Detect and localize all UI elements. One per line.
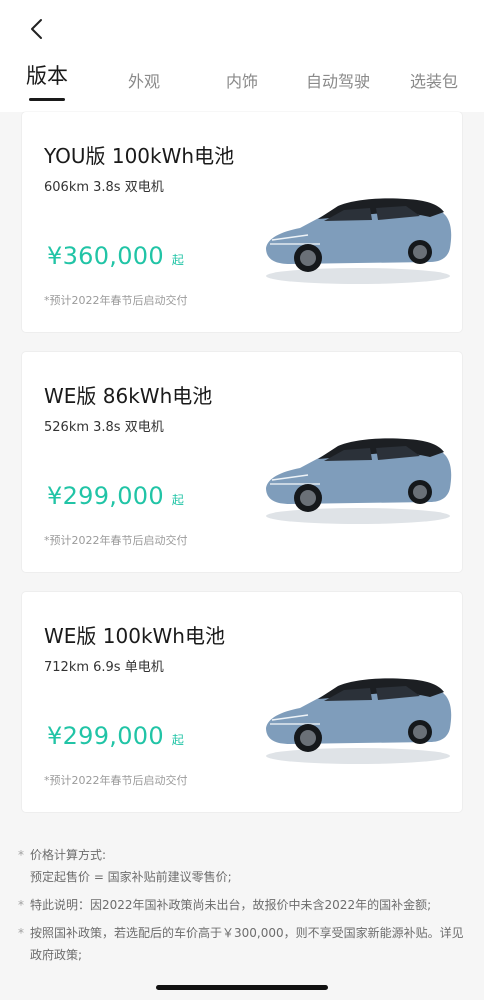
note-asterisk: * xyxy=(18,926,24,940)
version-title: WE版 100kWh电池 xyxy=(44,624,225,648)
tab-autopilot[interactable]: 自动驾驶 xyxy=(306,68,370,112)
version-specs: 526km 3.8s 双电机 xyxy=(44,420,164,435)
tab-bar: 版本 外观 内饰 自动驾驶 选装包 xyxy=(0,60,484,104)
version-card[interactable]: WE版 100kWh电池 712km 6.9s 单电机 ¥299,000 起 *… xyxy=(22,592,462,812)
price-suffix: 起 xyxy=(171,733,184,747)
delivery-note: *预计2022年春节后启动交付 xyxy=(44,294,188,307)
version-card[interactable]: YOU版 100kWh电池 606km 3.8s 双电机 ¥360,000 起 … xyxy=(22,112,462,332)
car-image xyxy=(266,198,452,284)
tab-version[interactable]: 版本 xyxy=(26,60,68,104)
note-text: 价格计算方式: xyxy=(30,848,107,862)
tab-label: 外观 xyxy=(128,72,161,91)
car-image xyxy=(266,438,452,524)
price-row: ¥360,000 起 xyxy=(47,242,184,270)
price-notes: * 价格计算方式: 预定起售价 = 国家补贴前建议零售价; * 特此说明：因20… xyxy=(18,844,468,972)
back-button[interactable] xyxy=(22,14,52,44)
note-asterisk: * xyxy=(18,848,24,862)
tab-exterior[interactable]: 外观 xyxy=(128,68,160,112)
version-title: WE版 86kWh电池 xyxy=(44,384,213,408)
version-price: ¥299,000 xyxy=(47,482,164,510)
note-item: * 价格计算方式: 预定起售价 = 国家补贴前建议零售价; xyxy=(18,844,468,888)
page: 版本 外观 内饰 自动驾驶 选装包 YOU版 100kWh电池 606km 3.… xyxy=(0,0,484,1000)
version-price: ¥299,000 xyxy=(47,722,164,750)
note-item: * 按照国补政策，若选配后的车价高于￥300,000，则不享受国家新能源补贴。详… xyxy=(18,922,468,966)
chevron-left-icon xyxy=(31,19,42,39)
tab-interior[interactable]: 内饰 xyxy=(226,68,258,112)
version-price: ¥360,000 xyxy=(47,242,164,270)
note-text: 按照国补政策，若选配后的车价高于￥300,000，则不享受国家新能源补贴。详见政… xyxy=(30,926,464,962)
note-text: 特此说明：因2022年国补政策尚未出台，故报价中未含2022年的国补金额; xyxy=(30,898,432,912)
note-text: 预定起售价 = 国家补贴前建议零售价; xyxy=(30,870,232,884)
price-row: ¥299,000 起 xyxy=(47,482,184,510)
home-indicator xyxy=(156,985,328,990)
price-suffix: 起 xyxy=(171,493,184,507)
version-card[interactable]: WE版 86kWh电池 526km 3.8s 双电机 ¥299,000 起 *预… xyxy=(22,352,462,572)
tab-label: 自动驾驶 xyxy=(306,72,371,91)
version-specs: 712km 6.9s 单电机 xyxy=(44,660,164,675)
tab-label: 内饰 xyxy=(226,72,259,91)
tab-option-packages[interactable]: 选装包 xyxy=(410,68,458,112)
version-specs: 606km 3.8s 双电机 xyxy=(44,180,164,195)
price-suffix: 起 xyxy=(171,253,184,267)
tab-label: 选装包 xyxy=(410,72,459,91)
note-item: * 特此说明：因2022年国补政策尚未出台，故报价中未含2022年的国补金额; xyxy=(18,894,468,916)
tab-label: 版本 xyxy=(26,64,68,88)
price-row: ¥299,000 起 xyxy=(47,722,184,750)
delivery-note: *预计2022年春节后启动交付 xyxy=(44,534,188,547)
delivery-note: *预计2022年春节后启动交付 xyxy=(44,774,188,787)
active-tab-indicator xyxy=(29,98,65,101)
version-title: YOU版 100kWh电池 xyxy=(44,144,235,168)
car-image xyxy=(266,678,452,764)
top-bar: 版本 外观 内饰 自动驾驶 选装包 xyxy=(0,0,484,112)
note-asterisk: * xyxy=(18,898,24,912)
